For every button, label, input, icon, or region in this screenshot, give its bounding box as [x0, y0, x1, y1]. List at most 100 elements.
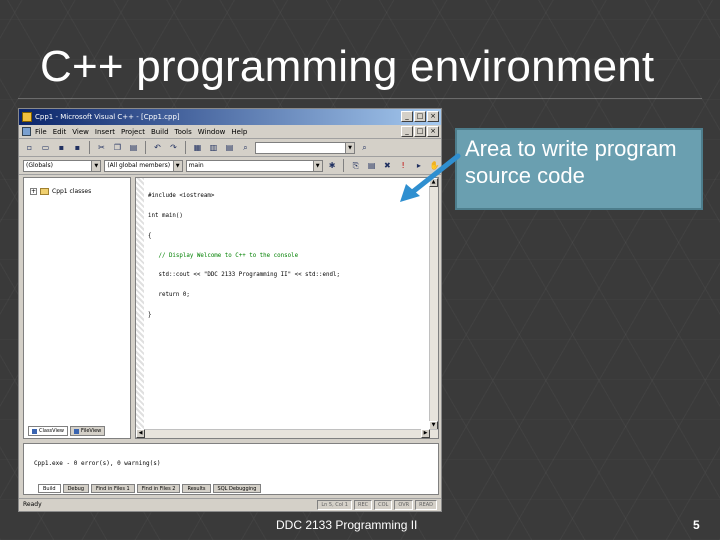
tab-fileview-label: FileView [81, 427, 102, 434]
editor-horizontal-scrollbar[interactable]: ◀ ▶ [136, 429, 438, 438]
app-icon [22, 112, 32, 122]
status-cell-position: Ln 5, Col 1 [317, 500, 352, 510]
tab-sql-debugging[interactable]: SQL Debugging [212, 484, 262, 493]
editor-gutter [136, 178, 144, 438]
status-cell-ovr: OVR [394, 500, 414, 510]
menu-help[interactable]: Help [231, 128, 247, 136]
menu-window[interactable]: Window [198, 128, 226, 136]
output-window-icon[interactable]: ▥ [207, 141, 220, 154]
workspace-tree-label: Cpp1 classes [52, 188, 92, 195]
mdi-minimize-button[interactable]: _ [401, 126, 413, 137]
tab-results[interactable]: Results [182, 484, 211, 493]
code-line: } [148, 311, 152, 318]
chevron-down-icon[interactable]: ▼ [172, 160, 182, 171]
ide-window-title: Cpp1 - Microsoft Visual C++ - [Cpp1.cpp] [35, 113, 180, 121]
chevron-down-icon[interactable]: ▼ [312, 160, 322, 171]
compile-icon[interactable]: ⎘ [349, 159, 362, 172]
fileview-icon [74, 428, 80, 434]
status-text: Ready [23, 501, 42, 508]
ide-body: + Cpp1 classes ClassView FileView #inclu… [23, 177, 439, 439]
tab-debug[interactable]: Debug [62, 484, 90, 493]
status-cell-read: READ [415, 500, 437, 510]
status-cells: Ln 5, Col 1 REC COL OVR READ [317, 500, 437, 510]
code-line: return 0; [148, 292, 190, 299]
menu-project[interactable]: Project [121, 128, 145, 136]
minimize-button[interactable]: _ [401, 111, 413, 122]
window-list-icon[interactable]: ▤ [223, 141, 236, 154]
mdi-close-button[interactable]: × [427, 126, 439, 137]
code-area[interactable]: #include <iostream> int main() { // Disp… [148, 180, 340, 332]
open-folder-icon[interactable]: ▭ [39, 141, 52, 154]
slide-footer: DDC 2133 Programming II [276, 518, 418, 532]
document-icon [22, 127, 31, 136]
redo-icon[interactable]: ↷ [167, 141, 180, 154]
code-line: // Display Welcome to C++ to the console [148, 252, 299, 259]
slide-title: C++ programming environment [40, 42, 655, 91]
ide-menubar: File Edit View Insert Project Build Tool… [19, 125, 441, 139]
filter-combo[interactable]: (All global members) ▼ [104, 159, 183, 172]
callout-text: Area to write program source code [465, 136, 677, 188]
title-rule [18, 98, 702, 99]
menu-file[interactable]: File [35, 128, 47, 136]
tab-fileview[interactable]: FileView [70, 426, 106, 436]
expand-icon[interactable]: + [30, 188, 37, 195]
source-editor[interactable]: #include <iostream> int main() { // Disp… [135, 177, 439, 439]
menu-build[interactable]: Build [151, 128, 169, 136]
members-combo-value: main [188, 161, 204, 169]
close-button[interactable]: × [427, 111, 439, 122]
code-line: int main() [148, 212, 183, 219]
cut-icon[interactable]: ✂ [95, 141, 108, 154]
ide-toolbar-wizardbar: (Globals) ▼ (All global members) ▼ main ▼ ✱… [19, 157, 441, 175]
code-line: { [148, 232, 152, 239]
code-line: #include <iostream> [148, 193, 215, 200]
save-all-icon[interactable]: ▪ [71, 141, 84, 154]
scroll-left-icon[interactable]: ◀ [136, 429, 145, 438]
status-bar: Ready Ln 5, Col 1 REC COL OVR READ [19, 498, 441, 511]
maximize-button[interactable]: □ [414, 111, 426, 122]
class-combo[interactable]: (Globals) ▼ [23, 159, 102, 172]
code-line: std::cout << "DDC 2133 Programming II" <… [148, 272, 340, 279]
output-text: Cpp1.exe - 0 error(s), 0 warning(s) [34, 460, 161, 467]
window-buttons: _ □ × [401, 111, 439, 122]
tab-find-in-files-1[interactable]: Find in Files 1 [91, 484, 135, 493]
members-combo[interactable]: main ▼ [185, 159, 323, 172]
mdi-maximize-button[interactable]: □ [414, 126, 426, 137]
paste-icon[interactable]: ▤ [127, 141, 140, 154]
search-icon[interactable]: ⌕ [358, 141, 371, 154]
editor-vertical-scrollbar[interactable]: ▲ ▼ [429, 178, 438, 438]
filter-combo-value: (All global members) [107, 161, 171, 169]
chevron-down-icon[interactable]: ▼ [345, 142, 354, 153]
copy-icon[interactable]: ❐ [111, 141, 124, 154]
tab-build[interactable]: Build [38, 484, 61, 493]
page-number: 5 [693, 518, 700, 532]
workspace-tree-root[interactable]: + Cpp1 classes [30, 188, 91, 195]
workspace-tabs: ClassView FileView [28, 426, 106, 436]
toolbar-separator [343, 159, 345, 172]
find-combo[interactable]: ▼ [255, 141, 355, 154]
menu-tools[interactable]: Tools [175, 128, 192, 136]
scroll-right-icon[interactable]: ▶ [421, 429, 430, 438]
undo-icon[interactable]: ↶ [151, 141, 164, 154]
classview-icon [32, 428, 37, 434]
tab-find-in-files-2[interactable]: Find in Files 2 [136, 484, 181, 493]
tab-classview-label: ClassView [39, 427, 65, 434]
folder-icon [40, 188, 49, 195]
wizard-action-icon[interactable]: ✱ [326, 159, 339, 172]
menu-insert[interactable]: Insert [95, 128, 115, 136]
workspace-icon[interactable]: ▦ [191, 141, 204, 154]
find-in-files-icon[interactable]: ⌕ [239, 141, 252, 154]
menu-edit[interactable]: Edit [53, 128, 67, 136]
chevron-down-icon[interactable]: ▼ [91, 160, 101, 171]
new-file-icon[interactable]: ▫ [23, 141, 36, 154]
callout-box: Area to write program source code [455, 128, 703, 210]
mdi-window-buttons: _ □ × [401, 126, 439, 137]
menu-view[interactable]: View [72, 128, 89, 136]
ide-toolbar-standard: ▫ ▭ ▪ ▪ ✂ ❐ ▤ ↶ ↷ ▦ ▥ ▤ ⌕ ▼ ⌕ [19, 139, 441, 157]
ide-screenshot: Cpp1 - Microsoft Visual C++ - [Cpp1.cpp]… [18, 108, 442, 512]
tab-classview[interactable]: ClassView [28, 426, 69, 436]
class-combo-value: (Globals) [26, 161, 53, 169]
build-icon[interactable]: ▤ [365, 159, 378, 172]
save-icon[interactable]: ▪ [55, 141, 68, 154]
toolbar-separator [89, 141, 90, 154]
stop-build-icon[interactable]: ✖ [381, 159, 394, 172]
